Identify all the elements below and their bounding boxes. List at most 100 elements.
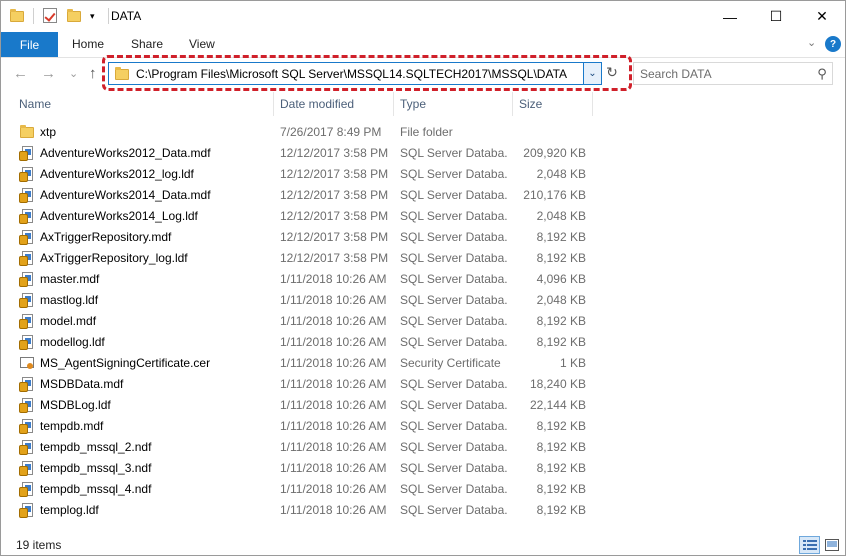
properties-check-icon[interactable] [42,8,58,24]
file-type: SQL Server Databa... [400,251,508,265]
file-row[interactable]: tempdb_mssql_2.ndf 1/11/2018 10:26 AM SQL … [1,437,845,458]
file-date-modified: 1/11/2018 10:26 AM [280,377,387,391]
file-date-modified: 12/12/2017 3:58 PM [280,146,389,160]
recent-locations-chevron-icon[interactable]: ⌄ [69,67,78,80]
sql-database-file-icon [19,271,35,287]
sql-database-file-icon [19,166,35,182]
item-count: 19 items [16,538,62,552]
sql-database-file-icon [19,418,35,434]
maximize-button[interactable]: ☐ [753,1,799,32]
magnifier-icon[interactable]: ⚲ [812,66,832,82]
sql-database-file-icon [19,187,35,203]
file-name: mastlog.ldf [40,293,99,307]
file-row[interactable]: tempdb_mssql_4.ndf 1/11/2018 10:26 AM SQL … [1,479,845,500]
file-row[interactable]: AdventureWorks2012_log.ldf 12/12/2017 3:5… [1,164,845,185]
file-size: 8,192 KB [536,419,586,433]
file-size: 22,144 KB [529,398,586,412]
file-name: tempdb_mssql_4.ndf [40,482,152,496]
file-type: SQL Server Databa... [400,293,508,307]
new-folder-icon[interactable] [66,8,82,24]
file-row[interactable]: tempdb_mssql_3.ndf 1/11/2018 10:26 AM SQL … [1,458,845,479]
file-row[interactable]: AdventureWorks2014_Data.mdf 12/12/2017 3:… [1,185,845,206]
sql-database-file-icon [19,250,35,266]
column-header-name[interactable]: Name [13,92,274,116]
tab-view[interactable]: View [189,37,215,51]
file-date-modified: 1/11/2018 10:26 AM [280,482,387,496]
file-type: SQL Server Databa... [400,419,508,433]
file-name: AdventureWorks2014_Log.ldf [40,209,198,223]
address-bar-highlight-outline [102,55,632,91]
toolbar-divider [33,8,34,24]
certificate-file-icon [19,355,35,371]
file-name: MSDBLog.ldf [40,398,111,412]
file-name: modellog.ldf [40,335,105,349]
sql-database-file-icon [19,502,35,518]
file-date-modified: 1/11/2018 10:26 AM [280,398,387,412]
file-date-modified: 1/11/2018 10:26 AM [280,314,387,328]
file-type: SQL Server Databa... [400,230,508,244]
file-name: xtp [40,125,57,139]
file-name: MS_AgentSigningCertificate.cer [40,356,211,370]
file-size: 8,192 KB [536,461,586,475]
file-date-modified: 12/12/2017 3:58 PM [280,167,389,181]
file-row[interactable]: model.mdf 1/11/2018 10:26 AM SQL Server Da… [1,311,845,332]
search-box[interactable]: ⚲ [633,62,833,85]
forward-arrow-icon[interactable]: → [41,65,56,82]
sql-database-file-icon [19,481,35,497]
file-type: SQL Server Databa... [400,335,508,349]
sql-database-file-icon [19,397,35,413]
file-row[interactable]: AxTriggerRepository.mdf 12/12/2017 3:58 P… [1,227,845,248]
tab-file[interactable]: File [1,32,58,57]
column-header-date-modified[interactable]: Date modified [274,92,394,116]
customize-toolbar-chevron-icon[interactable]: ▾ [90,8,100,24]
title-bar: ▾ DATA — ☐ ✕ [1,1,845,32]
back-arrow-icon[interactable]: ← [13,65,28,82]
file-name: AxTriggerRepository_log.ldf [40,251,188,265]
file-name: AdventureWorks2014_Data.mdf [40,188,211,202]
file-row[interactable]: templog.ldf 1/11/2018 10:26 AM SQL Server … [1,500,845,521]
file-date-modified: 7/26/2017 8:49 PM [280,125,382,139]
file-size: 8,192 KB [536,503,586,517]
sql-database-file-icon [19,376,35,392]
tab-home[interactable]: Home [72,37,104,51]
file-name: tempdb.mdf [40,419,104,433]
file-row[interactable]: MSDBLog.ldf 1/11/2018 10:26 AM SQL Server … [1,395,845,416]
file-row[interactable]: AxTriggerRepository_log.ldf 12/12/2017 3:… [1,248,845,269]
file-row[interactable]: master.mdf 1/11/2018 10:26 AM SQL Server D… [1,269,845,290]
column-header-size[interactable]: Size [513,92,593,116]
details-view-icon[interactable] [799,536,820,554]
file-name: MSDBData.mdf [40,377,124,391]
file-size: 1 KB [559,356,586,370]
file-row[interactable]: AdventureWorks2012_Data.mdf 12/12/2017 3:… [1,143,845,164]
file-row[interactable]: AdventureWorks2014_Log.ldf 12/12/2017 3:5… [1,206,845,227]
file-type: SQL Server Databa... [400,167,508,181]
file-date-modified: 1/11/2018 10:26 AM [280,503,387,517]
file-size: 8,192 KB [536,440,586,454]
close-button[interactable]: ✕ [799,1,845,32]
file-type: SQL Server Databa... [400,398,508,412]
search-input[interactable] [640,66,812,81]
file-name: tempdb_mssql_3.ndf [40,461,152,475]
minimize-button[interactable]: — [707,1,753,32]
column-header-type[interactable]: Type [394,92,513,116]
sql-database-file-icon [19,439,35,455]
file-date-modified: 1/11/2018 10:26 AM [280,272,387,286]
file-row[interactable]: mastlog.ldf 1/11/2018 10:26 AM SQL Server … [1,290,845,311]
file-row[interactable]: MS_AgentSigningCertificate.cer 1/11/2018 … [1,353,845,374]
sql-database-file-icon [19,292,35,308]
large-icons-view-icon[interactable] [821,536,842,554]
file-size: 8,192 KB [536,251,586,265]
file-row[interactable]: modellog.ldf 1/11/2018 10:26 AM SQL Server… [1,332,845,353]
file-row[interactable]: xtp 7/26/2017 8:49 PM File folder [1,122,845,143]
help-icon[interactable]: ? [825,36,841,52]
file-size: 8,192 KB [536,314,586,328]
file-type: SQL Server Databa... [400,461,508,475]
folder-icon[interactable] [9,8,25,24]
tab-share[interactable]: Share [131,37,163,51]
file-date-modified: 12/12/2017 3:58 PM [280,251,389,265]
file-row[interactable]: MSDBData.mdf 1/11/2018 10:26 AM SQL Server… [1,374,845,395]
expand-ribbon-chevron-icon[interactable]: ⌄ [807,36,816,49]
up-arrow-icon[interactable]: ↑ [89,65,97,82]
explorer-window: ▾ DATA — ☐ ✕ File Home Share View ⌄ ? ← … [0,0,846,556]
file-row[interactable]: tempdb.mdf 1/11/2018 10:26 AM SQL Server D… [1,416,845,437]
